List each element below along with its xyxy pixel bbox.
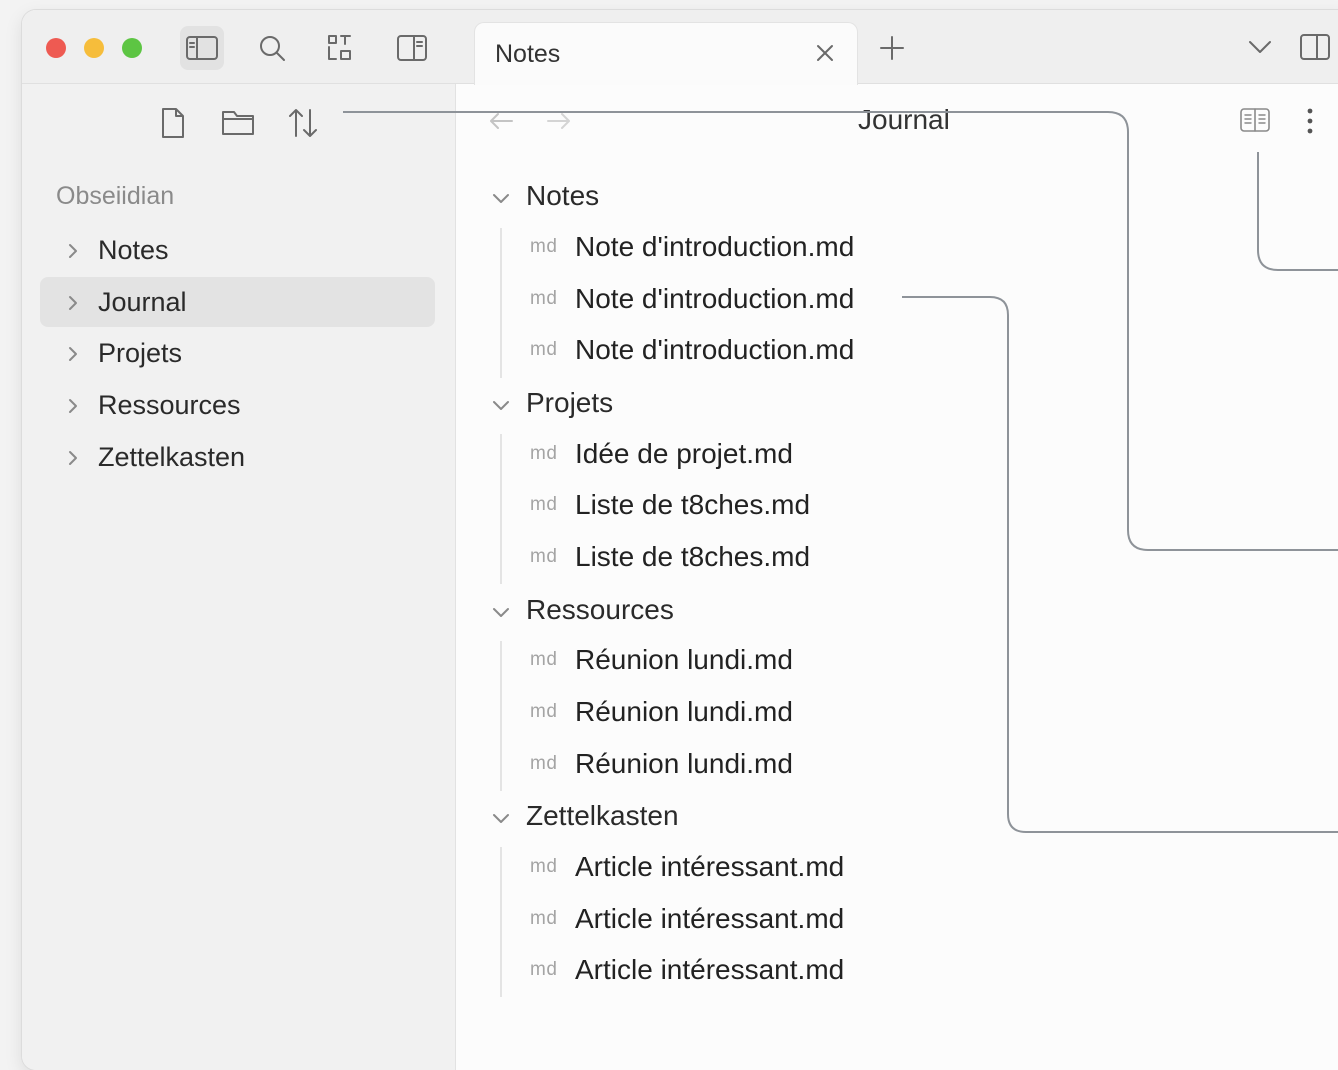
new-note-icon[interactable] <box>158 106 188 140</box>
sidebar-item-label: Notes <box>98 235 169 265</box>
folder-label: Ressources <box>526 594 674 625</box>
more-options-icon[interactable] <box>1300 106 1320 136</box>
folder-label: Zettelkasten <box>526 800 679 831</box>
minimize-window-button[interactable] <box>84 38 104 58</box>
sidebar-item-notes[interactable]: Notes <box>40 225 435 275</box>
file-name: Liste de t8ches.md <box>575 489 811 520</box>
file-extension-badge: md <box>530 753 558 774</box>
file-name: Note d'introduction.md <box>575 283 855 314</box>
tree-file[interactable]: md Réunion lundi.md <box>530 689 1130 739</box>
file-extension-badge: md <box>530 546 558 567</box>
tree-file[interactable]: md Liste de t8ches.md <box>530 534 1130 584</box>
chevron-down-icon[interactable] <box>1246 36 1274 58</box>
right-sidebar-icon[interactable] <box>1298 32 1332 62</box>
file-extension-badge: md <box>530 856 558 877</box>
file-name: Note d'introduction.md <box>575 334 855 365</box>
sidebar-item-label: Ressources <box>98 390 241 420</box>
sidebar-item-journal[interactable]: Journal <box>40 277 435 327</box>
sidebar-item-zettelkasten[interactable]: Zettelkasten <box>40 432 435 482</box>
chevron-right-icon <box>66 294 80 312</box>
file-name: Réunion lundi.md <box>575 748 793 779</box>
file-name: Réunion lundi.md <box>575 644 793 675</box>
sidebar-toggle-icon[interactable] <box>180 26 224 70</box>
file-name: Article intéressant.md <box>575 954 845 985</box>
tree-folder-projets[interactable]: Projets <box>492 379 1092 429</box>
chevron-right-icon <box>66 345 80 363</box>
file-extension-badge: md <box>530 494 558 515</box>
close-icon[interactable] <box>813 41 837 65</box>
folder-label: Projets <box>526 387 614 418</box>
tree-file[interactable]: md Réunion lundi.md <box>530 637 1130 687</box>
file-extension-badge: md <box>530 288 558 309</box>
file-extension-badge: md <box>530 908 558 929</box>
reading-view-icon[interactable] <box>1238 106 1272 134</box>
tree-file[interactable]: md Article intéressant.md <box>530 896 1130 946</box>
sidebar-item-ressources[interactable]: Ressources <box>40 380 435 430</box>
tree-indent-guide <box>500 434 502 584</box>
maximize-window-button[interactable] <box>122 38 142 58</box>
layout-icon[interactable] <box>390 26 434 70</box>
bookmarks-icon[interactable] <box>318 26 362 70</box>
left-sidebar <box>22 10 456 1070</box>
tree-file[interactable]: md Note d'introduction.md <box>530 327 1130 377</box>
file-extension-badge: md <box>530 701 558 722</box>
close-window-button[interactable] <box>46 38 66 58</box>
file-name: Article intéressant.md <box>575 851 845 882</box>
chevron-down-icon <box>492 812 510 824</box>
file-extension-badge: md <box>530 339 558 360</box>
file-extension-badge: md <box>530 959 558 980</box>
sidebar-item-label: Journal <box>98 287 187 317</box>
search-icon[interactable] <box>250 26 294 70</box>
tree-file[interactable]: md Note d'introduction.md <box>530 224 1130 274</box>
file-name: Note d'introduction.md <box>575 231 855 262</box>
tree-indent-guide <box>500 641 502 791</box>
sidebar-item-label: Zettelkasten <box>98 442 246 472</box>
tab-notes[interactable]: Notes <box>474 22 858 85</box>
chevron-down-icon <box>492 192 510 204</box>
tree-file[interactable]: md Liste de t8ches.md <box>530 482 1130 532</box>
tree-folder-notes[interactable]: Notes <box>492 172 1092 222</box>
app-window: Notes Obseiidian Notes Journal Projets R… <box>22 10 1338 1070</box>
sidebar-item-label: Projets <box>98 338 183 368</box>
chevron-down-icon <box>492 399 510 411</box>
chevron-right-icon <box>66 242 80 260</box>
back-arrow-icon[interactable] <box>488 110 516 132</box>
file-extension-badge: md <box>530 443 558 464</box>
file-name: Liste de t8ches.md <box>575 541 811 572</box>
tree-indent-guide <box>500 228 502 378</box>
new-folder-icon[interactable] <box>220 106 256 138</box>
tree-file[interactable]: md Note d'introduction.md <box>530 276 1130 326</box>
file-name: Article intéressant.md <box>575 903 845 934</box>
new-tab-icon[interactable] <box>878 34 906 62</box>
tree-file[interactable]: md Article intéressant.md <box>530 844 1130 894</box>
file-name: Idée de projet.md <box>575 438 793 469</box>
tree-file[interactable]: md Idée de projet.md <box>530 431 1130 481</box>
forward-arrow-icon[interactable] <box>544 110 572 132</box>
tree-file[interactable]: md Réunion lundi.md <box>530 741 1130 791</box>
folder-label: Notes <box>526 180 600 211</box>
file-name: Réunion lundi.md <box>575 696 793 727</box>
file-extension-badge: md <box>530 649 558 670</box>
vault-name: Obseiidian <box>56 182 175 210</box>
tree-indent-guide <box>500 847 502 997</box>
chevron-right-icon <box>66 397 80 415</box>
sidebar-item-projets[interactable]: Projets <box>40 328 435 378</box>
tree-folder-ressources[interactable]: Ressources <box>492 586 1092 636</box>
tree-file[interactable]: md Article intéressant.md <box>530 947 1130 997</box>
tab-title: Notes <box>495 40 561 68</box>
tree-folder-zettelkasten[interactable]: Zettelkasten <box>492 792 1092 842</box>
sort-icon[interactable] <box>286 106 320 140</box>
file-extension-badge: md <box>530 236 558 257</box>
view-title: Journal <box>858 104 950 135</box>
chevron-down-icon <box>492 606 510 618</box>
chevron-right-icon <box>66 449 80 467</box>
